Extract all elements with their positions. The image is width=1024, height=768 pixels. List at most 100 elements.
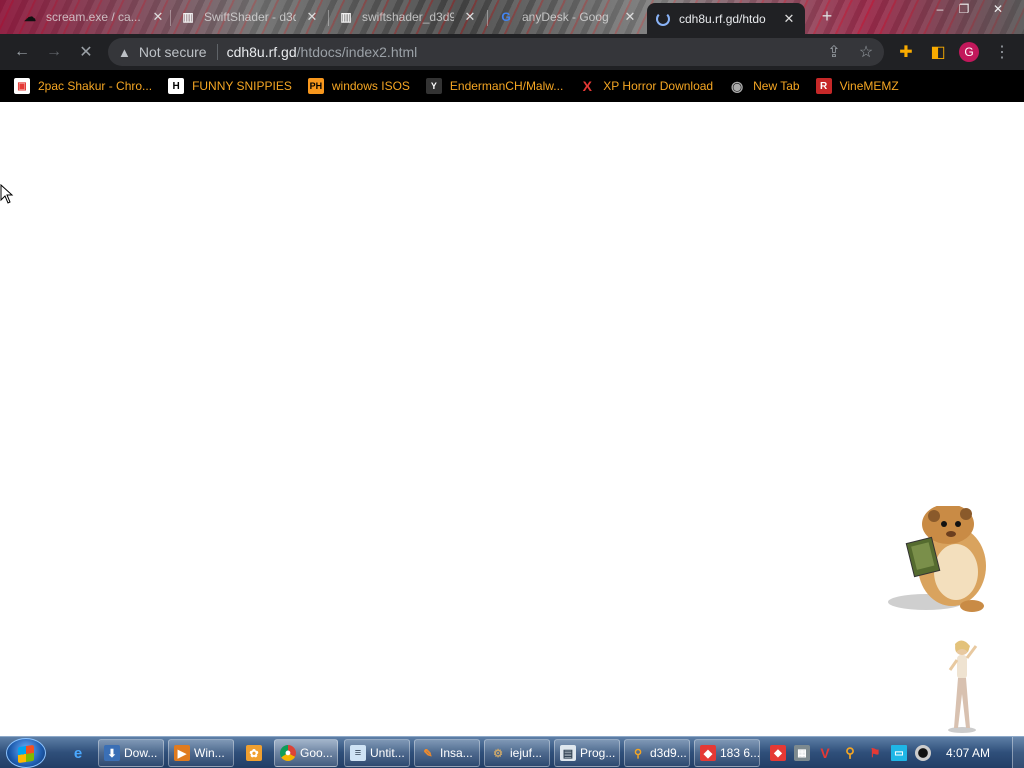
back-button[interactable]: ← xyxy=(10,40,34,64)
show-desktop-button[interactable] xyxy=(1012,737,1024,768)
taskbar-downloads[interactable]: ⬇ Dow... xyxy=(98,739,164,767)
globe-icon: ◉ xyxy=(731,77,744,94)
web-page-content[interactable] xyxy=(0,102,1024,736)
search-tray-icon[interactable]: ⚲ xyxy=(842,745,858,761)
taskbar-ie[interactable]: e xyxy=(64,739,92,767)
arrow-left-icon: ← xyxy=(14,43,30,60)
bookmark-endermanch[interactable]: Y EndermanCH/Malw... xyxy=(425,74,571,98)
bag-icon: ▣ xyxy=(14,78,30,94)
windows-taskbar: e ⬇ Dow... ▶ Win... ✿ ● Goo... ≡ Untit..… xyxy=(0,736,1024,768)
taskbar-paint[interactable]: ✎ Insa... xyxy=(414,739,480,767)
taskbar-app[interactable]: ✿ xyxy=(240,739,270,767)
tab-swiftshader-d3d9[interactable]: ▥ swiftshader_d3d9 ✕ xyxy=(330,3,486,31)
monitor-tray-icon[interactable]: ▭ xyxy=(891,745,907,761)
extensions-button[interactable]: ✚ xyxy=(894,40,918,64)
tab-divider xyxy=(328,10,329,26)
taskbar-windows-media[interactable]: ▶ Win... xyxy=(168,739,234,767)
taskbar-label: Untit... xyxy=(370,746,405,760)
bookmark-2pac[interactable]: ▣ 2pac Shakur - Chro... xyxy=(14,74,160,98)
taskbar-programs[interactable]: ▤ Prog... xyxy=(554,739,620,767)
x-logo-icon: X xyxy=(582,78,592,94)
bookmark-label: XP Horror Download xyxy=(603,79,714,93)
minimize-button[interactable]: – xyxy=(928,0,952,18)
archive-favicon-icon: ▥ xyxy=(182,10,194,24)
new-tab-button[interactable]: + xyxy=(816,6,838,27)
bookmark-label: EndermanCH/Malw... xyxy=(449,79,564,93)
security-status[interactable]: Not secure xyxy=(139,44,207,60)
taskbar-clock[interactable]: 4:07 AM xyxy=(946,746,990,760)
tab-cdh8u-active[interactable]: cdh8u.rf.gd/htdo ✕ xyxy=(647,3,805,34)
close-tab-icon[interactable]: ✕ xyxy=(622,9,638,25)
arrow-right-icon: → xyxy=(46,43,62,60)
url-host[interactable]: cdh8u.rf.gd xyxy=(227,44,297,60)
forward-button[interactable]: → xyxy=(42,40,66,64)
flag-tray-icon[interactable]: ⚑ xyxy=(867,745,883,761)
tab-strip: ☁ scream.exe / ca... ✕ ▥ SwiftShader - d… xyxy=(0,0,1024,34)
tab-swiftshader-d3d[interactable]: ▥ SwiftShader - d3d ✕ xyxy=(172,3,328,31)
omnibox-divider xyxy=(216,44,218,60)
hamster-gif-image xyxy=(888,506,986,612)
ie-icon: e xyxy=(73,744,83,762)
close-tab-icon[interactable]: ✕ xyxy=(781,11,797,27)
chrome-icon: ● xyxy=(280,745,296,761)
r-logo-icon: R xyxy=(815,78,832,94)
paint-icon: ✎ xyxy=(423,747,433,760)
tab-anydesk-google[interactable]: G anyDesk - Goog ✕ xyxy=(490,3,646,31)
url-path[interactable]: /htdocs/index2.html xyxy=(297,44,418,60)
warning-triangle-icon[interactable]: ▲ xyxy=(118,45,131,60)
taskbar-label: Insa... xyxy=(440,746,473,760)
taskbar-notepad[interactable]: ≡ Untit... xyxy=(344,739,410,767)
start-button[interactable] xyxy=(6,738,46,768)
app-tray-icon[interactable]: ▦ xyxy=(794,745,810,761)
bookmark-label: New Tab xyxy=(753,79,800,93)
stop-loading-button[interactable]: ✕ xyxy=(74,40,98,64)
close-tab-icon[interactable]: ✕ xyxy=(150,9,166,25)
anydesk-icon: ◆ xyxy=(700,745,716,761)
profile-avatar[interactable]: G xyxy=(959,42,979,62)
bookmark-label: VineMEMZ xyxy=(839,79,899,93)
side-panel-button[interactable]: ◧ xyxy=(926,40,950,64)
side-panel-icon: ◧ xyxy=(930,44,946,61)
media-player-icon: ▶ xyxy=(174,745,190,761)
bookmark-vinememz[interactable]: R VineMEMZ xyxy=(815,74,907,98)
close-tab-icon[interactable]: ✕ xyxy=(462,9,478,25)
tab-title: SwiftShader - d3d xyxy=(204,10,296,24)
menu-button[interactable]: ⋮ xyxy=(990,40,1014,64)
tab-scream[interactable]: ☁ scream.exe / ca... ✕ xyxy=(14,3,174,31)
share-button[interactable]: ⇪ xyxy=(822,40,846,64)
taskbar-label: Prog... xyxy=(580,746,616,760)
bookmark-xp-horror[interactable]: X XP Horror Download xyxy=(579,74,721,98)
v-tray-icon[interactable]: V xyxy=(817,745,833,761)
taskbar-chrome[interactable]: ● Goo... xyxy=(274,739,338,767)
h-logo-icon: H xyxy=(168,78,185,94)
taskbar-anydesk[interactable]: ◆ 183 6... xyxy=(694,739,760,767)
yp-logo-icon: Y xyxy=(425,78,442,94)
taskbar-iejuf[interactable]: ⚙ iejuf... xyxy=(484,739,550,767)
bookmark-label: 2pac Shakur - Chro... xyxy=(38,79,153,93)
close-icon: ✕ xyxy=(79,44,93,61)
app-icon: ✿ xyxy=(246,745,262,761)
close-window-button[interactable]: ✕ xyxy=(986,0,1010,18)
tab-divider xyxy=(170,10,171,26)
tab-title: scream.exe / ca... xyxy=(46,10,141,24)
tab-title: cdh8u.rf.gd/htdo xyxy=(679,11,766,26)
tab-divider xyxy=(487,10,488,26)
notepad-icon: ≡ xyxy=(350,745,366,761)
close-tab-icon[interactable]: ✕ xyxy=(304,9,320,25)
maximize-button[interactable]: ❐ xyxy=(952,0,976,18)
bookmark-funny-snippies[interactable]: H FUNNY SNIPPIES xyxy=(168,74,300,98)
taskbar-d3d9[interactable]: ⚲ d3d9... xyxy=(624,739,690,767)
tab-title: swiftshader_d3d9 xyxy=(362,10,454,24)
kebab-menu-icon: ⋮ xyxy=(994,44,1010,61)
anydesk-tray-icon[interactable]: ◆ xyxy=(770,745,786,761)
windows-logo-icon xyxy=(18,744,34,764)
bookmark-windows-isos[interactable]: PH windows ISOS xyxy=(307,74,418,98)
bookmark-new-tab[interactable]: ◉ New Tab xyxy=(729,74,807,98)
taskbar-label: Dow... xyxy=(124,746,158,760)
taskbar-label: Win... xyxy=(194,746,225,760)
bookmark-star-button[interactable]: ☆ xyxy=(854,40,878,64)
speaker-tray-icon[interactable] xyxy=(915,745,931,761)
bookmark-label: windows ISOS xyxy=(331,79,410,93)
archive-favicon-icon: ▥ xyxy=(340,10,352,24)
address-bar[interactable]: ▲ Not secure cdh8u.rf.gd/htdocs/index2.h… xyxy=(108,38,884,66)
